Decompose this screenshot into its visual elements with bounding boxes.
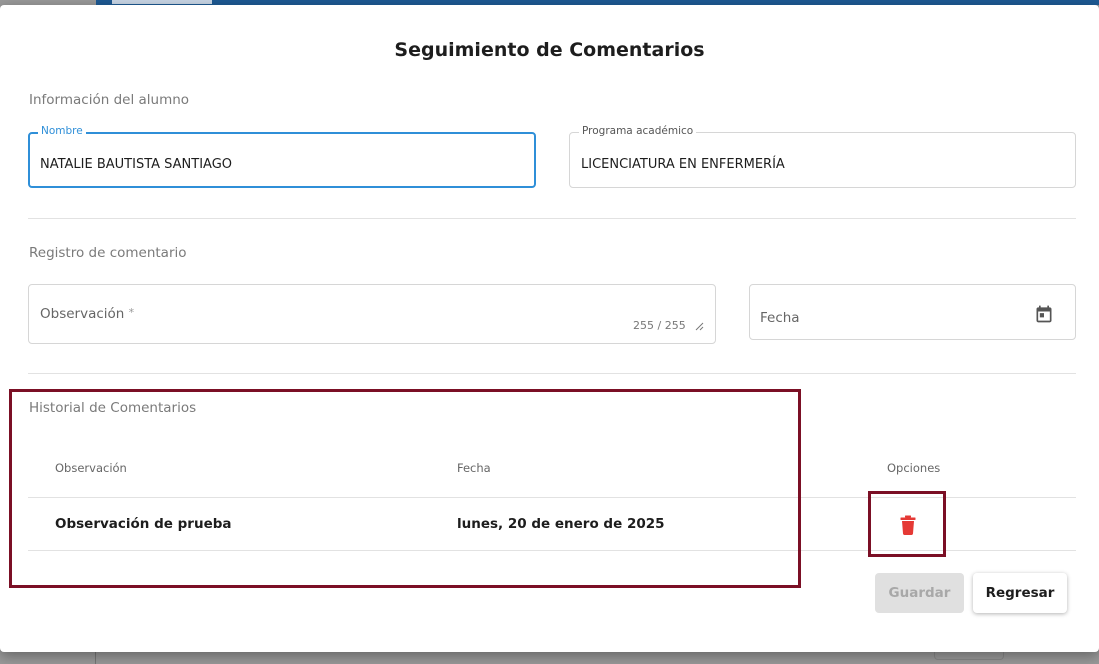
background-logo bbox=[112, 0, 212, 4]
name-value: NATALIE BAUTISTA SANTIAGO bbox=[40, 157, 233, 172]
char-counter: 255 / 255 bbox=[633, 319, 686, 332]
student-info-title: Información del alumno bbox=[29, 92, 190, 108]
program-field[interactable]: Programa académico LICENCIATURA EN ENFER… bbox=[569, 125, 1076, 188]
observation-field[interactable]: Observación * 255 / 255 bbox=[28, 284, 716, 344]
observation-placeholder: Observación * bbox=[40, 306, 135, 322]
name-label: Nombre bbox=[38, 125, 86, 137]
save-button[interactable]: Guardar bbox=[875, 573, 964, 613]
name-field[interactable]: Nombre NATALIE BAUTISTA SANTIAGO bbox=[28, 125, 536, 188]
divider bbox=[28, 373, 1076, 374]
required-marker: * bbox=[128, 306, 135, 319]
calendar-icon[interactable] bbox=[1034, 304, 1054, 324]
back-button[interactable]: Regresar bbox=[973, 573, 1067, 613]
divider bbox=[28, 218, 1076, 219]
history-highlight-box bbox=[9, 389, 801, 588]
column-header-options: Opciones bbox=[887, 461, 941, 475]
comment-form-title: Registro de comentario bbox=[29, 245, 187, 261]
dialog-title: Seguimiento de Comentarios bbox=[394, 39, 705, 61]
resize-handle-icon[interactable] bbox=[695, 322, 704, 331]
program-label: Programa académico bbox=[579, 125, 697, 137]
comments-dialog: Seguimiento de Comentarios Información d… bbox=[0, 5, 1099, 652]
date-placeholder: Fecha bbox=[760, 310, 800, 326]
program-value: LICENCIATURA EN ENFERMERÍA bbox=[581, 157, 785, 172]
delete-highlight-box bbox=[868, 491, 946, 557]
date-field[interactable]: Fecha bbox=[749, 284, 1076, 340]
